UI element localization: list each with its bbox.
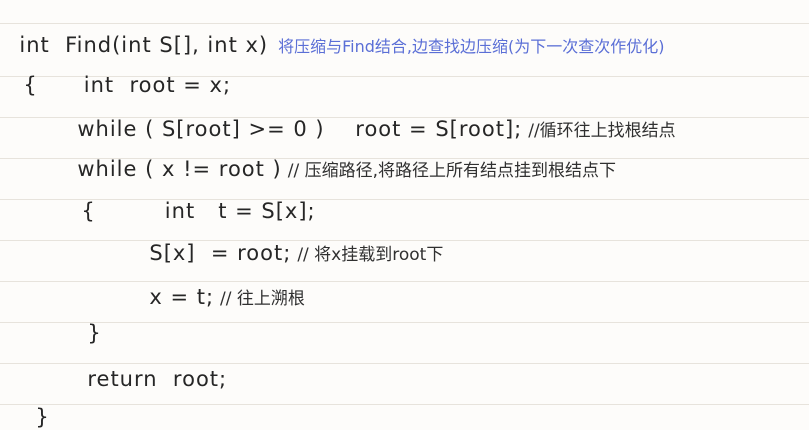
move-up-comment: // 往上溯根 — [220, 289, 305, 309]
code-line-7: x = t;// 往上溯根 — [134, 258, 305, 312]
code-line-10: } — [20, 378, 50, 430]
close-outer-brace: } — [35, 405, 50, 429]
code-line-9: return root; — [72, 340, 227, 392]
code-line-8: } — [72, 294, 102, 346]
compress-comment: // 压缩路径,将路径上所有结点挂到根结点下 — [287, 161, 617, 181]
attach-comment: // 将x挂载到root下 — [297, 245, 444, 265]
return-statement: return root; — [87, 367, 228, 391]
blue-annotation: 将压缩与Find结合,边查找边压缩(为下一次查次作优化) — [278, 37, 665, 56]
move-up: x = t; — [149, 285, 215, 309]
